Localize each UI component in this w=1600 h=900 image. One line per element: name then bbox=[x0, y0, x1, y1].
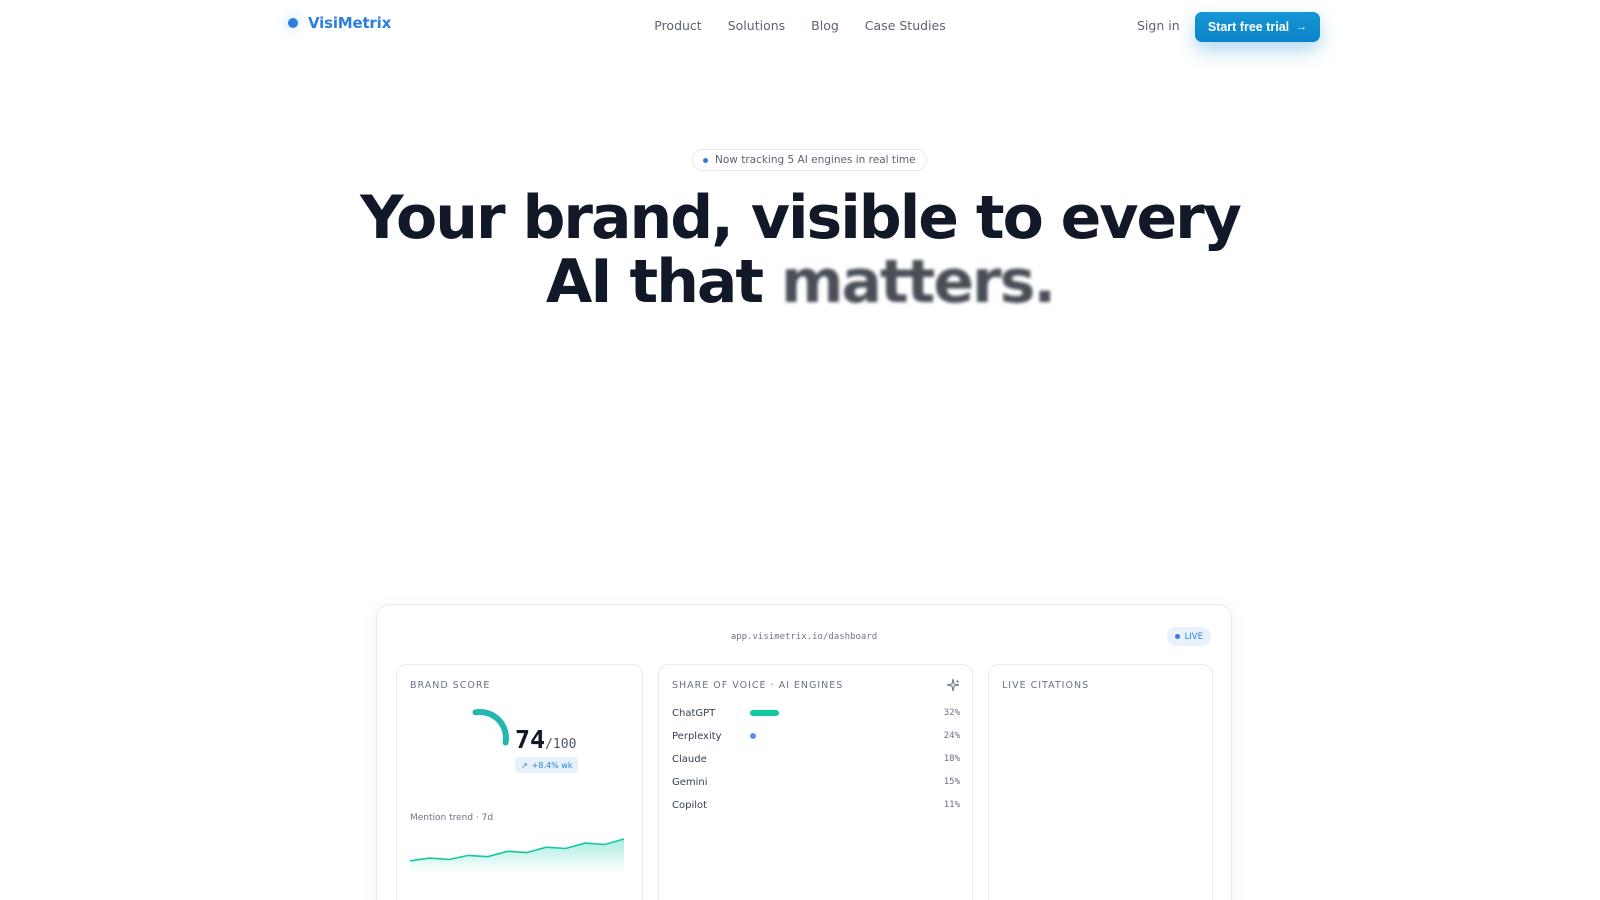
start-trial-button[interactable]: Start free trial → bbox=[1195, 12, 1320, 42]
nav-link-solutions[interactable]: Solutions bbox=[728, 18, 785, 33]
engine-row: Perplexity 24% bbox=[672, 728, 960, 744]
status-dot-icon bbox=[703, 157, 708, 163]
engine-bar bbox=[750, 733, 756, 739]
engine-percent: 32% bbox=[943, 708, 960, 718]
hero-headline: Your brand, visible to every AI that mat… bbox=[0, 186, 1600, 314]
nav-link-blog[interactable]: Blog bbox=[811, 18, 839, 33]
engine-bar bbox=[750, 710, 779, 716]
live-badge: LIVE bbox=[1166, 627, 1211, 646]
live-dot-icon bbox=[1174, 634, 1180, 639]
live-citations-title: LIVE CITATIONS bbox=[1002, 680, 1090, 691]
mention-trend-label: Mention trend · 7d bbox=[410, 813, 494, 823]
share-of-voice-card: SHARE OF VOICE · AI ENGINES ChatGPT 32% Pe… bbox=[658, 664, 973, 900]
engine-percent: 24% bbox=[943, 731, 960, 741]
announcement-pill: Now tracking 5 AI engines in real time bbox=[692, 149, 927, 171]
sign-in-link[interactable]: Sign in bbox=[1137, 18, 1180, 33]
headline-line-1: Your brand, visible to every bbox=[360, 183, 1242, 253]
score-delta-badge: ↗ +8.4% wk bbox=[515, 757, 579, 773]
engine-bar-track bbox=[750, 779, 930, 785]
headline-line-2-start: AI that bbox=[545, 247, 764, 317]
engine-bar-track bbox=[750, 710, 930, 716]
engine-bar-track bbox=[750, 802, 930, 808]
engine-bar-track bbox=[750, 733, 930, 739]
sparkle-icon[interactable] bbox=[946, 678, 960, 692]
trend-up-icon: ↗ bbox=[521, 760, 528, 770]
nav-links: Product Solutions Blog Case Studies bbox=[0, 18, 1600, 33]
headline-line-2: AI that matters. bbox=[0, 250, 1600, 314]
arrow-right-icon: → bbox=[1296, 21, 1308, 33]
nav-link-product[interactable]: Product bbox=[654, 18, 701, 33]
engine-name: ChatGPT bbox=[672, 707, 716, 719]
engine-row: ChatGPT 32% bbox=[672, 705, 960, 721]
brand-score-value: 74/100 bbox=[515, 725, 576, 754]
mention-trend-sparkline bbox=[410, 838, 625, 873]
score-max: /100 bbox=[545, 737, 577, 752]
brand-score-card: BRAND SCORE 74/100 ↗ +8.4% wk Mention tr… bbox=[396, 664, 643, 900]
engine-bar-track bbox=[750, 756, 930, 762]
engine-name: Gemini bbox=[672, 776, 708, 788]
share-of-voice-title: SHARE OF VOICE · AI ENGINES bbox=[672, 680, 844, 691]
announcement-text: Now tracking 5 AI engines in real time bbox=[715, 154, 916, 166]
engine-name: Perplexity bbox=[672, 730, 722, 742]
gauge-arc bbox=[472, 709, 509, 746]
top-nav: VisiMetrix Product Solutions Blog Case S… bbox=[0, 0, 1600, 54]
engine-row: Copilot 11% bbox=[672, 797, 960, 813]
live-citations-card: LIVE CITATIONS bbox=[988, 664, 1213, 900]
engine-name: Copilot bbox=[672, 799, 708, 811]
engine-name: Claude bbox=[672, 753, 707, 765]
engine-row: Claude 18% bbox=[672, 751, 960, 767]
engine-row: Gemini 15% bbox=[672, 774, 960, 790]
engine-percent: 11% bbox=[943, 800, 960, 810]
engine-percent: 18% bbox=[943, 754, 960, 764]
score-number: 74 bbox=[515, 725, 546, 754]
dashboard-url: app.visimetrix.io/dashboard bbox=[730, 632, 878, 642]
headline-highlight: matters. bbox=[780, 247, 1056, 317]
brand-score-gauge bbox=[451, 709, 509, 767]
live-label: LIVE bbox=[1184, 631, 1203, 642]
start-trial-label: Start free trial bbox=[1207, 20, 1290, 34]
engine-percent: 15% bbox=[943, 777, 960, 787]
dashboard-preview: app.visimetrix.io/dashboard LIVE BRAND S… bbox=[376, 604, 1232, 900]
score-delta: +8.4% wk bbox=[531, 760, 573, 770]
brand-score-title: BRAND SCORE bbox=[410, 680, 491, 691]
nav-link-case-studies[interactable]: Case Studies bbox=[865, 18, 946, 33]
